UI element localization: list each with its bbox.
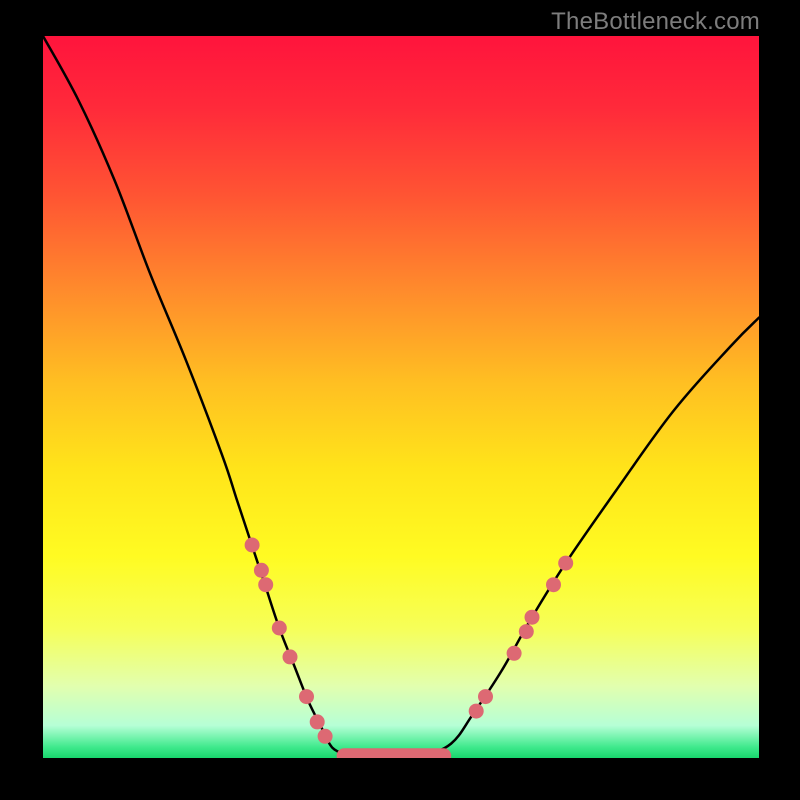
marker-left-2 <box>258 577 273 592</box>
marker-left-3 <box>272 621 287 636</box>
marker-right-4 <box>525 610 540 625</box>
watermark-text: TheBottleneck.com <box>551 8 760 36</box>
marker-left-0 <box>245 538 260 553</box>
marker-right-2 <box>507 646 522 661</box>
plot-area <box>43 36 759 758</box>
marker-bottom-bar <box>337 748 452 758</box>
marker-right-1 <box>478 689 493 704</box>
marker-left-4 <box>283 649 298 664</box>
marker-right-6 <box>558 556 573 571</box>
marker-right-5 <box>546 577 561 592</box>
marker-right-0 <box>469 704 484 719</box>
marker-left-6 <box>310 714 325 729</box>
chart-stage: TheBottleneck.com <box>0 0 800 800</box>
marker-left-7 <box>318 729 333 744</box>
curve-markers <box>245 538 574 759</box>
marker-left-5 <box>299 689 314 704</box>
bottleneck-curve <box>43 36 759 757</box>
plot-svg <box>43 36 759 758</box>
marker-left-1 <box>254 563 269 578</box>
marker-right-3 <box>519 624 534 639</box>
